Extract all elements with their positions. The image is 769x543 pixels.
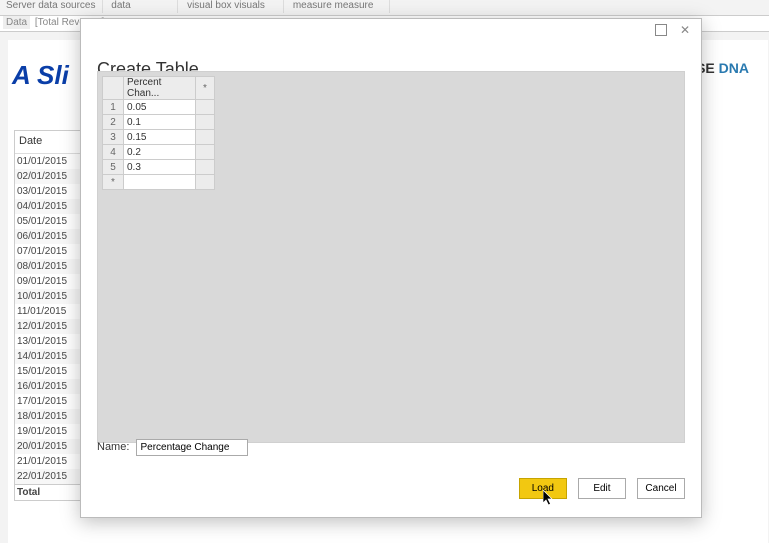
- table-row[interactable]: 50.3: [103, 160, 215, 175]
- close-button[interactable]: ✕: [679, 24, 691, 36]
- table-name-input[interactable]: [136, 439, 248, 456]
- list-item[interactable]: 07/01/2015: [15, 244, 81, 259]
- new-row[interactable]: *: [103, 175, 215, 190]
- date-total: Total: [15, 484, 81, 500]
- cell-extra: [196, 145, 215, 160]
- list-item[interactable]: 04/01/2015: [15, 199, 81, 214]
- cell-extra: [196, 115, 215, 130]
- list-item[interactable]: 16/01/2015: [15, 379, 81, 394]
- formula-label: Data: [3, 16, 30, 29]
- cell-value[interactable]: [124, 175, 196, 190]
- create-table-dialog: ✕ Create Table Percent Chan... * 10.0520…: [80, 18, 702, 518]
- name-label: Name:: [97, 441, 129, 453]
- list-item[interactable]: 12/01/2015: [15, 319, 81, 334]
- table-row[interactable]: 10.05: [103, 100, 215, 115]
- list-item[interactable]: 06/01/2015: [15, 229, 81, 244]
- list-item[interactable]: 20/01/2015: [15, 439, 81, 454]
- list-item[interactable]: 21/01/2015: [15, 454, 81, 469]
- list-item[interactable]: 03/01/2015: [15, 184, 81, 199]
- cell-value[interactable]: 0.05: [124, 100, 196, 115]
- ribbon: Server data sources data visual box visu…: [0, 0, 769, 15]
- data-grid[interactable]: Percent Chan... * 10.0520.130.1540.250.3…: [97, 71, 685, 443]
- list-item[interactable]: 17/01/2015: [15, 394, 81, 409]
- cell-extra: [196, 175, 215, 190]
- cell-value[interactable]: 0.1: [124, 115, 196, 130]
- table-row[interactable]: 20.1: [103, 115, 215, 130]
- list-item[interactable]: 14/01/2015: [15, 349, 81, 364]
- ribbon-group-data-sources[interactable]: Server data sources: [0, 0, 103, 13]
- list-item[interactable]: 08/01/2015: [15, 259, 81, 274]
- list-item[interactable]: 13/01/2015: [15, 334, 81, 349]
- ribbon-group-data[interactable]: data: [105, 0, 178, 13]
- list-item[interactable]: 18/01/2015: [15, 409, 81, 424]
- list-item[interactable]: 01/01/2015: [15, 154, 81, 169]
- column-header[interactable]: Percent Chan...: [124, 77, 196, 100]
- list-item[interactable]: 15/01/2015: [15, 364, 81, 379]
- grid-corner: [103, 77, 124, 100]
- row-number: 2: [103, 115, 124, 130]
- cell-value[interactable]: 0.2: [124, 145, 196, 160]
- date-header[interactable]: Date: [15, 131, 81, 154]
- row-number: 5: [103, 160, 124, 175]
- maximize-button[interactable]: [655, 24, 667, 36]
- list-item[interactable]: 22/01/2015: [15, 469, 81, 484]
- table-row[interactable]: 40.2: [103, 145, 215, 160]
- list-item[interactable]: 05/01/2015: [15, 214, 81, 229]
- new-row-marker: *: [103, 175, 124, 190]
- ribbon-group-measures[interactable]: measure measure: [287, 0, 390, 13]
- row-number: 4: [103, 145, 124, 160]
- cell-value[interactable]: 0.15: [124, 130, 196, 145]
- list-item[interactable]: 10/01/2015: [15, 289, 81, 304]
- cell-extra: [196, 130, 215, 145]
- add-column-button[interactable]: *: [196, 77, 215, 100]
- load-button[interactable]: Load: [519, 478, 567, 499]
- edit-button[interactable]: Edit: [578, 478, 626, 499]
- date-table[interactable]: Date 01/01/201502/01/201503/01/201504/01…: [14, 130, 82, 501]
- list-item[interactable]: 19/01/2015: [15, 424, 81, 439]
- cancel-button[interactable]: Cancel: [637, 478, 685, 499]
- row-number: 3: [103, 130, 124, 145]
- cell-extra: [196, 100, 215, 115]
- list-item[interactable]: 11/01/2015: [15, 304, 81, 319]
- ribbon-group-visuals[interactable]: visual box visuals: [181, 0, 284, 13]
- row-number: 1: [103, 100, 124, 115]
- cell-value[interactable]: 0.3: [124, 160, 196, 175]
- list-item[interactable]: 09/01/2015: [15, 274, 81, 289]
- cell-extra: [196, 160, 215, 175]
- table-row[interactable]: 30.15: [103, 130, 215, 145]
- title-left: A Sli: [12, 60, 69, 90]
- list-item[interactable]: 02/01/2015: [15, 169, 81, 184]
